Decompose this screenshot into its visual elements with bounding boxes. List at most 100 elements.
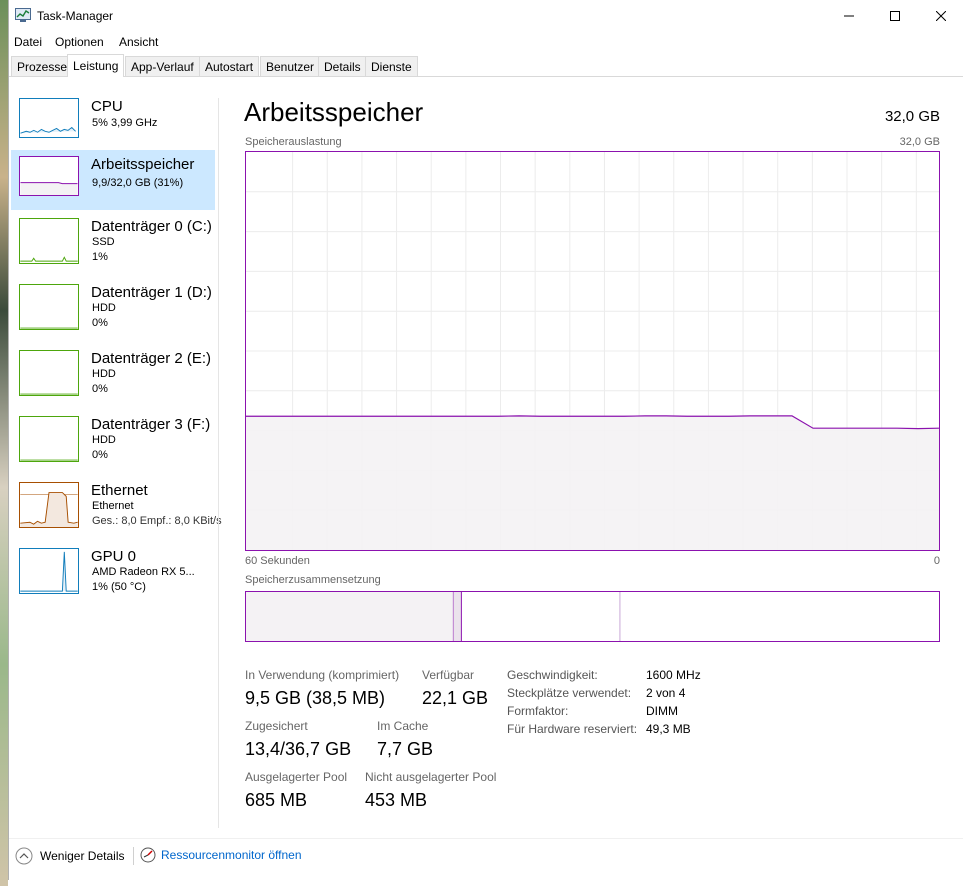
sidebar-item-usage: 1%: [92, 251, 108, 263]
footer-bar: Weniger Details Ressourcenmonitor öffnen: [9, 838, 963, 879]
sidebar-item-title: CPU: [91, 98, 123, 115]
time-axis-label: 60 Sekunden: [245, 555, 310, 567]
cached-value: 7,7 GB: [377, 739, 434, 759]
time-axis-end: 0: [933, 555, 940, 567]
title-bar[interactable]: Task-Manager: [9, 0, 963, 32]
sidebar-item-title: Ethernet: [91, 482, 148, 499]
available-value: 22,1 GB: [422, 688, 489, 708]
composition-modified: [453, 592, 462, 641]
sidebar-item-disk-3[interactable]: Datenträger 3 (F:) HDD 0%: [11, 412, 215, 472]
committed-value: 13,4/36,7 GB: [245, 739, 352, 759]
less-details-label: Weniger Details: [40, 849, 125, 863]
footer-divider: [133, 847, 134, 865]
form-factor-value: DIMM: [646, 704, 678, 718]
sidebar-item-usage: 1% (50 °C): [92, 581, 146, 593]
sidebar-item-detail: 5% 3,99 GHz: [92, 117, 158, 129]
sidebar-item-usage: 0%: [92, 317, 108, 329]
composition-in-use: [246, 592, 454, 641]
sidebar-item-detail: HDD: [92, 434, 116, 446]
less-details-button[interactable]: Weniger Details: [15, 847, 124, 865]
resource-monitor-link[interactable]: Ressourcenmonitor öffnen: [140, 847, 302, 863]
disk-3-mini-graph: [19, 416, 79, 462]
sidebar-item-detail: 9,9/32,0 GB (31%): [92, 177, 184, 189]
sidebar-item-throughput: Ges.: 8,0 Empf.: 8,0 KBit/s: [92, 515, 222, 527]
sidebar-divider: [218, 98, 219, 828]
cpu-mini-graph: [19, 98, 79, 138]
minimize-icon: [844, 15, 854, 17]
tab-app-verlauf[interactable]: App-Verlauf: [125, 56, 200, 76]
paged-pool-label: Ausgelagerter Pool: [245, 770, 348, 784]
in-use-label: In Verwendung (komprimiert): [245, 668, 400, 682]
close-button[interactable]: [918, 0, 963, 32]
window-title: Task-Manager: [37, 9, 114, 23]
slots-value: 2 von 4: [646, 686, 686, 700]
sidebar-item-usage: 0%: [92, 383, 108, 395]
sidebar-item-detail: HDD: [92, 368, 116, 380]
memory-usage-graph: [245, 151, 940, 551]
sidebar-item-title: Arbeitsspeicher: [91, 156, 195, 173]
sidebar-item-ethernet[interactable]: Ethernet Ethernet Ges.: 8,0 Empf.: 8,0 K…: [11, 478, 222, 538]
resource-monitor-icon: [140, 847, 156, 863]
tab-bar: Prozesse Leistung App-Verlauf Autostart …: [9, 54, 963, 77]
gpu-mini-graph: [19, 548, 79, 594]
sidebar-item-usage: 0%: [92, 449, 108, 461]
sidebar-item-title: Datenträger 2 (E:): [91, 350, 212, 367]
tab-dienste[interactable]: Dienste: [365, 56, 418, 76]
sidebar-item-arbeitsspeicher[interactable]: Arbeitsspeicher 9,9/32,0 GB (31%): [11, 150, 215, 210]
committed-label: Zugesichert: [245, 719, 308, 733]
speed-value: 1600 MHz: [646, 668, 701, 682]
sidebar-item-detail: AMD Radeon RX 5...: [92, 566, 195, 578]
sidebar-item-detail: HDD: [92, 302, 116, 314]
chevron-up-icon: [15, 847, 33, 865]
menu-ansicht[interactable]: Ansicht: [119, 35, 158, 49]
close-icon: [936, 11, 946, 21]
cached-label: Im Cache: [377, 719, 429, 733]
speed-label: Geschwindigkeit:: [507, 668, 598, 682]
tab-autostart[interactable]: Autostart: [199, 56, 260, 76]
maximize-icon: [890, 11, 900, 21]
sidebar-item-disk-0[interactable]: Datenträger 0 (C:) SSD 1%: [11, 214, 215, 274]
sidebar-item-title: Datenträger 3 (F:): [91, 416, 211, 433]
page-title: Arbeitsspeicher: [244, 97, 424, 127]
sidebar-item-title: Datenträger 1 (D:): [91, 284, 212, 301]
hw-reserved-label: Für Hardware reserviert:: [507, 722, 638, 736]
graph-max-label: 32,0 GB: [899, 136, 940, 148]
tab-prozesse[interactable]: Prozesse: [11, 56, 74, 76]
hw-reserved-value: 49,3 MB: [646, 722, 691, 736]
sidebar-item-gpu[interactable]: GPU 0 AMD Radeon RX 5... 1% (50 °C): [11, 544, 215, 604]
menu-optionen[interactable]: Optionen: [55, 35, 104, 49]
menu-datei[interactable]: Datei: [14, 35, 42, 49]
disk-2-mini-graph: [19, 350, 79, 396]
form-factor-label: Formfaktor:: [507, 704, 569, 718]
ethernet-mini-graph: [19, 482, 79, 528]
graph-label: Speicherauslastung: [245, 136, 342, 148]
memory-total: 32,0 GB: [884, 108, 940, 125]
menu-bar: Datei Optionen Ansicht: [9, 32, 963, 52]
available-label: Verfügbar: [422, 668, 475, 682]
nonpaged-pool-value: 453 MB: [365, 790, 428, 810]
nonpaged-pool-label: Nicht ausgelagerter Pool: [365, 770, 497, 784]
tab-benutzer[interactable]: Benutzer: [260, 56, 321, 76]
usage-area: [246, 415, 939, 550]
composition-label: Speicherzusammensetzung: [245, 574, 381, 586]
task-manager-window: Task-Manager Datei Optionen Ansicht Proz…: [8, 0, 963, 880]
memory-mini-graph: [19, 156, 79, 196]
sidebar-item-disk-1[interactable]: Datenträger 1 (D:) HDD 0%: [11, 280, 215, 340]
maximize-button[interactable]: [872, 0, 918, 32]
tab-leistung[interactable]: Leistung: [67, 54, 125, 77]
task-manager-app-icon: [15, 8, 31, 22]
sidebar-item-detail: SSD: [92, 236, 115, 248]
tab-details[interactable]: Details: [318, 56, 367, 76]
minimize-button[interactable]: [826, 0, 872, 32]
sidebar-item-disk-2[interactable]: Datenträger 2 (E:) HDD 0%: [11, 346, 215, 406]
sidebar-item-cpu[interactable]: CPU 5% 3,99 GHz: [11, 92, 215, 152]
paged-pool-value: 685 MB: [245, 790, 308, 810]
resource-monitor-label: Ressourcenmonitor öffnen: [161, 848, 302, 862]
disk-1-mini-graph: [19, 284, 79, 330]
sidebar-item-detail: Ethernet: [92, 500, 134, 512]
performance-sidebar: CPU 5% 3,99 GHz Arbeitsspeicher 9,9/32,0…: [9, 80, 222, 830]
slots-label: Steckplätze verwendet:: [507, 686, 632, 700]
in-use-value: 9,5 GB (38,5 MB): [245, 688, 386, 708]
sidebar-item-title: GPU 0: [91, 548, 137, 565]
memory-composition-bar: [245, 591, 940, 642]
